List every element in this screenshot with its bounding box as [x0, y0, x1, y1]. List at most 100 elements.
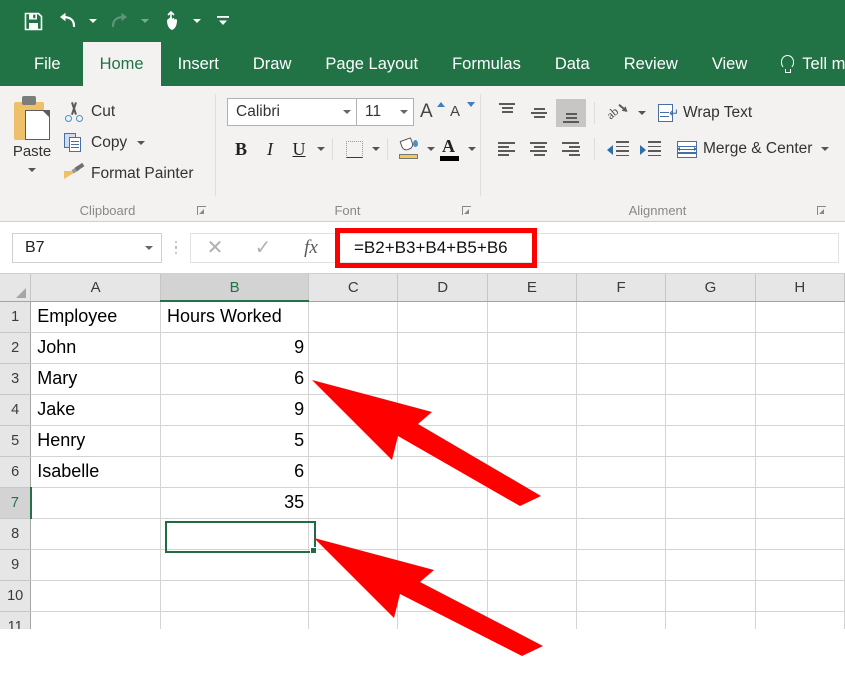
row-header-6[interactable]: 6: [0, 456, 32, 488]
cell-h7[interactable]: [755, 487, 845, 519]
row-header-10[interactable]: 10: [0, 580, 32, 612]
insert-function-button[interactable]: fx: [287, 234, 335, 262]
cell-b8[interactable]: [160, 518, 310, 550]
merge-and-center-button[interactable]: Merge & Center: [667, 135, 830, 163]
cell-f7[interactable]: [576, 487, 667, 519]
cell-g10[interactable]: [665, 580, 756, 612]
cell-f2[interactable]: [576, 332, 667, 364]
cell-b4[interactable]: 9: [160, 394, 310, 426]
row-header-3[interactable]: 3: [0, 363, 32, 395]
cell-h11[interactable]: [755, 611, 845, 629]
select-all-corner[interactable]: [0, 274, 32, 302]
align-right-button[interactable]: [556, 135, 586, 163]
tab-home[interactable]: Home: [82, 42, 161, 86]
cell-d1[interactable]: [397, 301, 488, 333]
align-center-button[interactable]: [524, 135, 554, 163]
tab-view[interactable]: View: [695, 42, 764, 86]
cell-g2[interactable]: [665, 332, 756, 364]
cell-h9[interactable]: [755, 549, 845, 581]
cell-e9[interactable]: [487, 549, 578, 581]
cell-c5[interactable]: [308, 425, 399, 457]
cell-c1[interactable]: [308, 301, 399, 333]
tab-draw[interactable]: Draw: [236, 42, 309, 86]
cell-h6[interactable]: [755, 456, 845, 488]
cell-b3[interactable]: 6: [160, 363, 310, 395]
cell-g11[interactable]: [665, 611, 756, 629]
cell-d10[interactable]: [397, 580, 488, 612]
copy-button[interactable]: Copy: [64, 129, 194, 157]
font-size-input[interactable]: 11: [356, 98, 414, 126]
cell-c9[interactable]: [308, 549, 399, 581]
column-header-a[interactable]: A: [30, 274, 161, 302]
cell-b6[interactable]: 6: [160, 456, 310, 488]
cell-a5[interactable]: Henry: [30, 425, 161, 457]
cell-d2[interactable]: [397, 332, 488, 364]
column-header-e[interactable]: E: [487, 274, 578, 302]
tell-me-search[interactable]: Tell me: [764, 42, 845, 86]
bold-button[interactable]: B: [227, 135, 255, 163]
borders-dropdown-icon[interactable]: [372, 147, 380, 151]
enter-formula-button[interactable]: ✓: [239, 234, 287, 262]
row-header-1[interactable]: 1: [0, 301, 32, 333]
merge-center-dropdown-icon[interactable]: [821, 147, 830, 151]
cell-e10[interactable]: [487, 580, 578, 612]
tab-review[interactable]: Review: [607, 42, 695, 86]
increase-indent-button[interactable]: [635, 135, 665, 163]
fill-handle[interactable]: [310, 547, 317, 554]
cell-e6[interactable]: [487, 456, 578, 488]
cell-f3[interactable]: [576, 363, 667, 395]
cell-h1[interactable]: [755, 301, 845, 333]
fill-color-button[interactable]: [395, 135, 423, 163]
cell-b10[interactable]: [160, 580, 310, 612]
cell-f1[interactable]: [576, 301, 667, 333]
cell-c8[interactable]: [308, 518, 399, 550]
column-header-g[interactable]: G: [665, 274, 756, 302]
font-size-dropdown-icon[interactable]: [400, 110, 408, 114]
cancel-formula-button[interactable]: ✕: [191, 234, 239, 262]
font-name-dropdown-icon[interactable]: [343, 110, 351, 114]
cell-e8[interactable]: [487, 518, 578, 550]
row-header-7[interactable]: 7: [0, 487, 32, 519]
tab-insert[interactable]: Insert: [161, 42, 236, 86]
cell-a1[interactable]: Employee: [30, 301, 161, 333]
italic-button[interactable]: I: [256, 135, 284, 163]
cell-a7[interactable]: [30, 487, 161, 519]
cell-b7[interactable]: 35: [160, 487, 310, 519]
column-header-c[interactable]: C: [308, 274, 399, 302]
save-icon[interactable]: [18, 6, 48, 36]
cell-g8[interactable]: [665, 518, 756, 550]
format-painter-button[interactable]: Format Painter: [64, 160, 194, 188]
cell-f8[interactable]: [576, 518, 667, 550]
cell-c11[interactable]: [308, 611, 399, 629]
cell-b2[interactable]: 9: [160, 332, 310, 364]
column-header-f[interactable]: F: [576, 274, 667, 302]
increase-font-size-button[interactable]: A: [420, 99, 446, 125]
cell-d7[interactable]: [397, 487, 488, 519]
cell-f10[interactable]: [576, 580, 667, 612]
cell-e4[interactable]: [487, 394, 578, 426]
alignment-dialog-launcher-icon[interactable]: [817, 206, 827, 216]
cell-d4[interactable]: [397, 394, 488, 426]
decrease-font-size-button[interactable]: A: [450, 99, 476, 125]
cell-g5[interactable]: [665, 425, 756, 457]
font-color-dropdown-icon[interactable]: [468, 147, 476, 151]
cell-c10[interactable]: [308, 580, 399, 612]
align-top-button[interactable]: [492, 99, 522, 127]
cell-c3[interactable]: [308, 363, 399, 395]
cell-h2[interactable]: [755, 332, 845, 364]
cell-e7[interactable]: [487, 487, 578, 519]
tab-file[interactable]: File: [12, 42, 83, 86]
cell-c7[interactable]: [308, 487, 399, 519]
cell-d11[interactable]: [397, 611, 488, 629]
orientation-dropdown-icon[interactable]: [638, 111, 646, 115]
cell-e2[interactable]: [487, 332, 578, 364]
cell-c6[interactable]: [308, 456, 399, 488]
cell-f11[interactable]: [576, 611, 667, 629]
cell-c2[interactable]: [308, 332, 399, 364]
cell-g4[interactable]: [665, 394, 756, 426]
cell-e3[interactable]: [487, 363, 578, 395]
font-color-button[interactable]: A: [436, 135, 464, 163]
cell-h4[interactable]: [755, 394, 845, 426]
cell-h5[interactable]: [755, 425, 845, 457]
cell-d9[interactable]: [397, 549, 488, 581]
